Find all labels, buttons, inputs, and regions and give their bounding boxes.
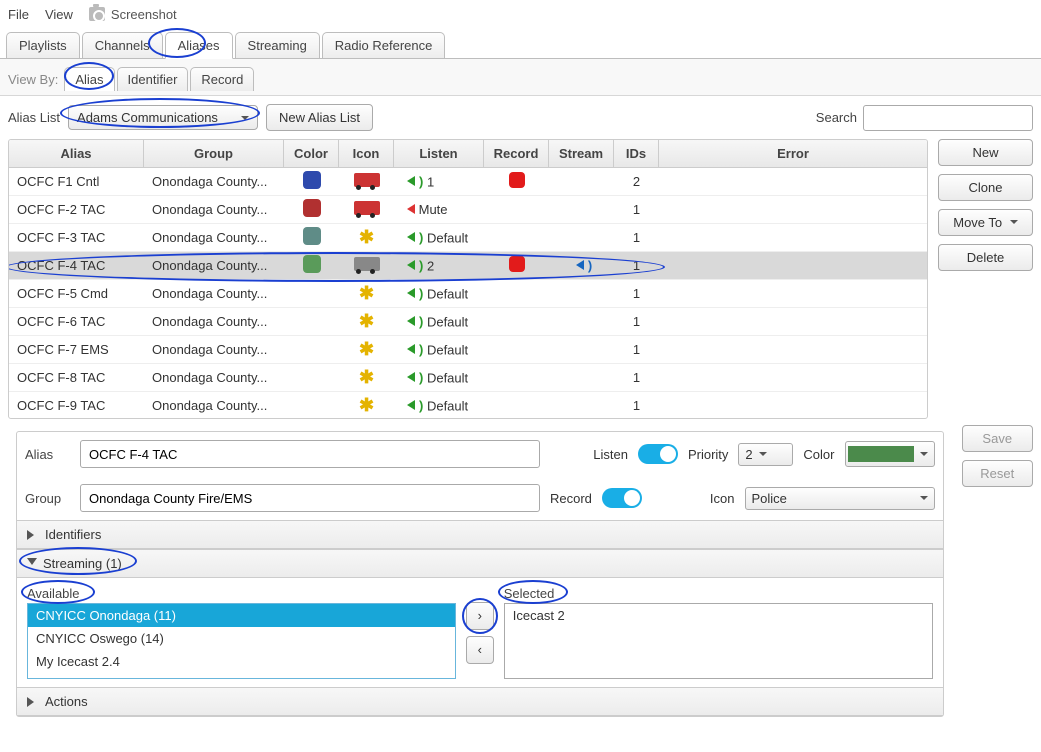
- menu-file[interactable]: File: [8, 7, 29, 22]
- th-ids[interactable]: IDs: [614, 140, 659, 167]
- accordion-actions-label: Actions: [45, 694, 88, 709]
- filter-row: Alias List Adams Communications New Alia…: [0, 96, 1041, 139]
- detail-alias-input[interactable]: [80, 440, 540, 468]
- reset-button[interactable]: Reset: [962, 460, 1034, 487]
- chevron-down-icon: [759, 452, 767, 460]
- streaming-body: Available CNYICC Onondaga (11)CNYICC Osw…: [17, 578, 943, 687]
- detail-priority-label: Priority: [688, 447, 728, 462]
- table-row[interactable]: OCFC F-2 TACOnondaga County... Mute1: [9, 196, 927, 224]
- detail-alias-label: Alias: [25, 447, 70, 462]
- detail-icon-label: Icon: [710, 491, 735, 506]
- tab-radio-reference[interactable]: Radio Reference: [322, 32, 446, 58]
- accordion-identifiers-label: Identifiers: [45, 527, 101, 542]
- table-row[interactable]: OCFC F1 CntlOnondaga County... 12: [9, 168, 927, 196]
- th-stream[interactable]: Stream: [549, 140, 614, 167]
- list-item[interactable]: Icecast 2: [505, 604, 932, 627]
- new-alias-list-button[interactable]: New Alias List: [266, 104, 373, 131]
- th-color[interactable]: Color: [284, 140, 339, 167]
- detail-record-label: Record: [550, 491, 592, 506]
- chevron-right-icon: ›: [478, 608, 482, 623]
- chevron-down-icon: [27, 558, 37, 570]
- th-icon[interactable]: Icon: [339, 140, 394, 167]
- list-item[interactable]: CNYICC Oswego (14): [28, 627, 455, 650]
- viewby-label: View By:: [8, 72, 58, 87]
- menu-view[interactable]: View: [45, 7, 73, 22]
- selected-label: Selected: [504, 586, 555, 601]
- color-swatch: [848, 446, 914, 462]
- tab-streaming[interactable]: Streaming: [235, 32, 320, 58]
- table-row[interactable]: OCFC F-6 TACOnondaga County...✱ Default1: [9, 308, 927, 336]
- delete-button[interactable]: Delete: [938, 244, 1033, 271]
- table-row[interactable]: OCFC F-4 TACOnondaga County... 21: [9, 252, 927, 280]
- table-body[interactable]: OCFC F1 CntlOnondaga County... 12OCFC F-…: [9, 168, 927, 418]
- side-buttons: New Clone Move To Delete: [938, 139, 1033, 419]
- table-row[interactable]: OCFC F-9 TACOnondaga County...✱ Default1: [9, 392, 927, 418]
- move-to-label: Move To: [953, 215, 1002, 230]
- menu-screenshot-label: Screenshot: [111, 7, 177, 22]
- listen-toggle[interactable]: [638, 444, 678, 464]
- table-row[interactable]: OCFC F-7 EMSOnondaga County...✱ Default1: [9, 336, 927, 364]
- list-item[interactable]: My Icecast 2.4: [28, 650, 455, 673]
- move-to-button[interactable]: Move To: [938, 209, 1033, 236]
- detail-listen-label: Listen: [593, 447, 628, 462]
- available-label: Available: [27, 586, 80, 601]
- alias-list-label: Alias List: [8, 110, 60, 125]
- icon-value: Police: [752, 491, 787, 506]
- priority-value: 2: [745, 447, 752, 462]
- th-group[interactable]: Group: [144, 140, 284, 167]
- th-error[interactable]: Error: [659, 140, 927, 167]
- new-button[interactable]: New: [938, 139, 1033, 166]
- accordion-identifiers[interactable]: Identifiers: [17, 521, 943, 549]
- th-listen[interactable]: Listen: [394, 140, 484, 167]
- save-button[interactable]: Save: [962, 425, 1034, 452]
- chevron-down-icon: [920, 452, 928, 460]
- camera-icon: [89, 7, 105, 21]
- menu-screenshot[interactable]: Screenshot: [89, 7, 177, 22]
- search-input[interactable]: [863, 105, 1033, 131]
- th-record[interactable]: Record: [484, 140, 549, 167]
- clone-button[interactable]: Clone: [938, 174, 1033, 201]
- color-combo[interactable]: [845, 441, 935, 467]
- chevron-right-icon: [27, 530, 39, 540]
- viewby-record[interactable]: Record: [190, 67, 254, 91]
- accordion-actions[interactable]: Actions: [17, 688, 943, 716]
- tab-aliases[interactable]: Aliases: [165, 32, 233, 59]
- accordion-streaming-label: Streaming (1): [43, 556, 122, 571]
- chevron-down-icon: [1010, 220, 1018, 228]
- move-right-button[interactable]: ›: [466, 602, 494, 630]
- chevron-right-icon: [27, 697, 39, 707]
- table-row[interactable]: OCFC F-8 TACOnondaga County...✱ Default1: [9, 364, 927, 392]
- viewby-tabs: View By: Alias Identifier Record: [0, 59, 1041, 96]
- priority-combo[interactable]: 2: [738, 443, 793, 466]
- detail-color-label: Color: [803, 447, 834, 462]
- icon-combo[interactable]: Police: [745, 487, 935, 510]
- th-alias[interactable]: Alias: [9, 140, 144, 167]
- detail-group-input[interactable]: [80, 484, 540, 512]
- list-item[interactable]: CNYICC Onondaga (11): [28, 604, 455, 627]
- main: Alias Group Color Icon Listen Record Str…: [0, 139, 1041, 419]
- detail-group-label: Group: [25, 491, 70, 506]
- record-toggle[interactable]: [602, 488, 642, 508]
- menu-bar: File View Screenshot: [0, 0, 1041, 28]
- table-row[interactable]: OCFC F-3 TACOnondaga County...✱ Default1: [9, 224, 927, 252]
- main-tabs: Playlists Channels Aliases Streaming Rad…: [0, 32, 1041, 59]
- search-label: Search: [816, 110, 857, 125]
- tab-playlists[interactable]: Playlists: [6, 32, 80, 58]
- viewby-alias[interactable]: Alias: [64, 67, 114, 91]
- move-left-button[interactable]: ‹: [466, 636, 494, 664]
- detail-panel: Alias Listen Priority 2 Color Group: [16, 431, 944, 717]
- table-row[interactable]: OCFC F-5 CmdOnondaga County...✱ Default1: [9, 280, 927, 308]
- selected-list[interactable]: Icecast 2: [504, 603, 933, 679]
- available-list[interactable]: CNYICC Onondaga (11)CNYICC Oswego (14)My…: [27, 603, 456, 679]
- chevron-left-icon: ‹: [478, 642, 482, 657]
- chevron-down-icon: [920, 496, 928, 504]
- tab-channels[interactable]: Channels: [82, 32, 163, 58]
- alias-list-combo[interactable]: Adams Communications: [68, 105, 258, 130]
- viewby-identifier[interactable]: Identifier: [117, 67, 189, 91]
- chevron-down-icon: [241, 116, 249, 124]
- table-header: Alias Group Color Icon Listen Record Str…: [9, 140, 927, 168]
- alias-list-value: Adams Communications: [77, 110, 218, 125]
- alias-table: Alias Group Color Icon Listen Record Str…: [8, 139, 928, 419]
- accordion-streaming[interactable]: Streaming (1): [17, 550, 943, 578]
